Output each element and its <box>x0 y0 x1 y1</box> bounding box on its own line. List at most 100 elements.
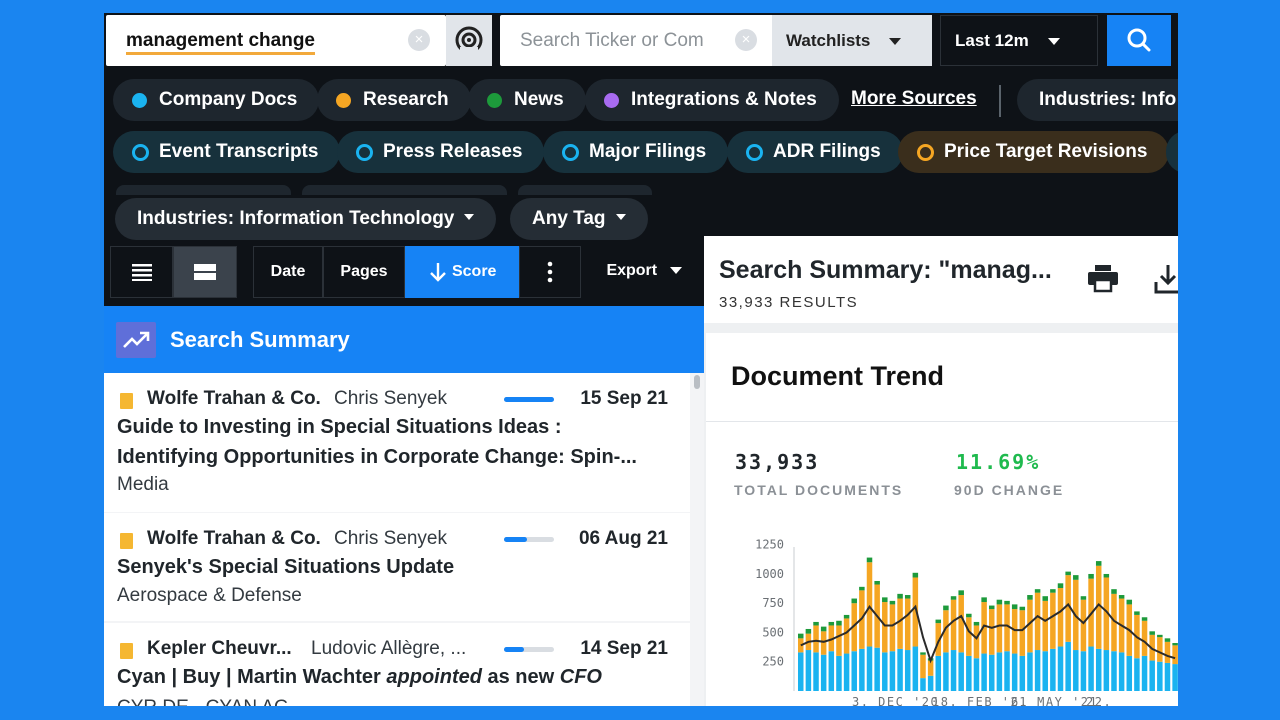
source-chip-integrations[interactable]: Integrations & Notes <box>585 79 839 121</box>
bar-segment <box>1011 609 1018 654</box>
result-date: 14 Sep 21 <box>580 638 668 659</box>
result-author: Chris Senyek <box>334 388 447 409</box>
doctype-chip-event-transcripts[interactable]: Event Transcripts <box>113 131 341 173</box>
bar-segment <box>1141 655 1148 691</box>
download-icon[interactable] <box>1152 262 1178 296</box>
source-chip-news[interactable]: News <box>468 79 586 121</box>
bar-segment <box>1004 651 1010 691</box>
clear-search-icon[interactable]: × <box>408 29 430 51</box>
bar-segment <box>851 598 857 604</box>
industries-chip-clipped[interactable]: Industries: Info <box>1017 79 1178 121</box>
period-label: Last 12m <box>955 31 1029 50</box>
smart-synonyms-button[interactable] <box>446 15 492 66</box>
result-card[interactable]: Kepler Cheuvr... Ludovic Allègre, ... 14… <box>104 623 690 706</box>
bar-segment <box>912 572 919 578</box>
bar-segment <box>798 652 804 691</box>
doctype-chip-major-filings[interactable]: Major Filings <box>543 131 729 173</box>
source-chip-research[interactable]: Research <box>317 79 471 121</box>
result-title[interactable]: Senyek's Special Situations Update <box>117 552 667 582</box>
search-icon <box>1127 28 1151 52</box>
chip-label: Industries: Info <box>1039 89 1177 110</box>
bar-segment <box>943 652 949 691</box>
bar-segment <box>973 625 980 659</box>
results-scrollbar[interactable] <box>692 373 702 706</box>
bar-segment <box>1042 596 1048 601</box>
result-title[interactable]: Cyan | Buy | Martin Wachter appointed as… <box>117 662 667 692</box>
change-value: 11.69% <box>956 450 1041 474</box>
more-options-button[interactable] <box>519 246 581 298</box>
doctype-chip-price-target-revisions[interactable]: Price Target Revisions <box>898 131 1170 173</box>
tag-filter-dropdown[interactable]: Any Tag <box>510 198 648 240</box>
sort-pages-button[interactable]: Pages <box>323 246 405 298</box>
result-date: 06 Aug 21 <box>578 528 668 549</box>
ticker-search-input[interactable]: Search Ticker or Com × <box>500 15 772 66</box>
app-window: management change × Search Ticker or Com… <box>104 13 1178 706</box>
clear-ticker-icon[interactable]: × <box>735 29 757 51</box>
more-sources-link[interactable]: More Sources <box>851 88 977 110</box>
bar-segment <box>1103 573 1110 578</box>
bar-segment <box>1164 662 1171 691</box>
result-source: Kepler Cheuvr... <box>147 638 292 659</box>
industries-filter-dropdown[interactable]: Industries: Information Technology <box>115 198 497 240</box>
chip-label: Price Target Revisions <box>944 141 1148 162</box>
result-card[interactable]: Wolfe Trahan & Co. Chris Senyek 06 Aug 2… <box>104 513 690 621</box>
export-dropdown[interactable]: Export <box>589 246 699 298</box>
bar-segment <box>813 625 819 653</box>
list-icon <box>131 263 152 281</box>
card-view-button[interactable] <box>173 246 237 298</box>
bar-segment <box>950 650 957 691</box>
bar-segment <box>966 617 972 656</box>
watchlists-dropdown[interactable]: Watchlists <box>772 15 932 66</box>
sort-score-label: Score <box>451 263 497 280</box>
bar-segment <box>1019 655 1026 691</box>
bar-segment <box>828 621 835 626</box>
result-source: Wolfe Trahan & Co. <box>147 388 321 409</box>
bar-segment <box>904 650 911 691</box>
bar-segment <box>1118 652 1125 691</box>
bar-segment <box>904 598 911 651</box>
bar-segment <box>866 646 873 691</box>
source-chip-company-docs[interactable]: Company Docs <box>113 79 320 121</box>
bar-segment <box>1019 610 1026 656</box>
bar-segment <box>1050 592 1056 649</box>
bar-segment <box>1141 620 1148 656</box>
doctype-chip-adr-filings[interactable]: ADR Filings <box>727 131 903 173</box>
bar-segment <box>1172 664 1178 691</box>
search-input[interactable]: management change × <box>106 15 446 66</box>
trending-up-icon <box>116 322 156 358</box>
ring-icon <box>132 144 149 161</box>
bar-segment <box>1019 606 1026 611</box>
result-title[interactable]: Guide to Investing in Special Situations… <box>117 412 667 472</box>
bar-segment <box>1080 599 1087 652</box>
result-sector: Aerospace & Defense <box>117 585 302 606</box>
document-trend-title: Document Trend <box>731 361 945 391</box>
print-icon[interactable] <box>1086 263 1120 293</box>
filter-label: Industries: Information Technology <box>137 208 455 229</box>
bar-segment <box>920 652 926 655</box>
sort-date-button[interactable]: Date <box>253 246 323 298</box>
document-icon <box>120 643 133 659</box>
filter-label: Any Tag <box>532 208 606 229</box>
doctype-chip-press-releases[interactable]: Press Releases <box>337 131 545 173</box>
bar-segment <box>1149 631 1155 635</box>
arrow-down-icon <box>429 262 446 282</box>
bar-segment <box>874 647 880 691</box>
bar-segment <box>958 590 964 596</box>
result-card[interactable]: Wolfe Trahan & Co. Chris Senyek 15 Sep 2… <box>104 373 690 512</box>
bar-segment <box>820 626 827 632</box>
chip-label: Company Docs <box>159 89 298 110</box>
card-view-icon <box>194 263 216 280</box>
scroll-thumb[interactable] <box>694 375 700 389</box>
bar-segment <box>897 593 903 599</box>
search-button[interactable] <box>1107 15 1171 66</box>
bar-segment <box>1050 648 1056 691</box>
hidden-chip <box>116 185 291 195</box>
list-view-button[interactable] <box>110 246 173 298</box>
doctype-chip-clipped[interactable] <box>1166 131 1178 173</box>
document-icon <box>120 533 133 549</box>
search-summary-bar[interactable]: Search Summary <box>104 306 704 373</box>
period-dropdown[interactable]: Last 12m <box>940 15 1098 66</box>
sort-score-button[interactable]: Score <box>405 246 519 298</box>
ticker-placeholder: Search Ticker or Com <box>520 30 704 51</box>
bar-segment <box>920 654 926 679</box>
